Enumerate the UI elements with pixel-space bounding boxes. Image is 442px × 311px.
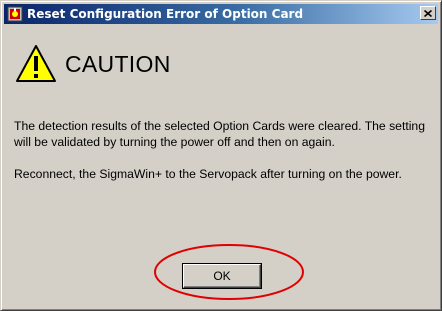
close-icon [424, 9, 432, 17]
message-paragraph-1: The detection results of the selected Op… [14, 119, 425, 149]
app-icon [7, 6, 23, 22]
ok-button[interactable]: OK [183, 264, 261, 288]
caution-label: CAUTION [65, 50, 171, 77]
message-paragraph-2: Reconnect, the SigmaWin+ to the Servopac… [14, 167, 402, 181]
warning-triangle-icon [16, 45, 56, 82]
ok-button-label: OK [213, 269, 231, 283]
title-bar[interactable]: Reset Configuration Error of Option Card [4, 4, 438, 24]
message-body: The detection results of the selected Op… [14, 118, 432, 198]
close-button[interactable] [420, 6, 436, 20]
window-title: Reset Configuration Error of Option Card [27, 7, 304, 21]
caution-header: CAUTION [15, 41, 171, 87]
dialog-window: Reset Configuration Error of Option Card… [0, 0, 442, 311]
